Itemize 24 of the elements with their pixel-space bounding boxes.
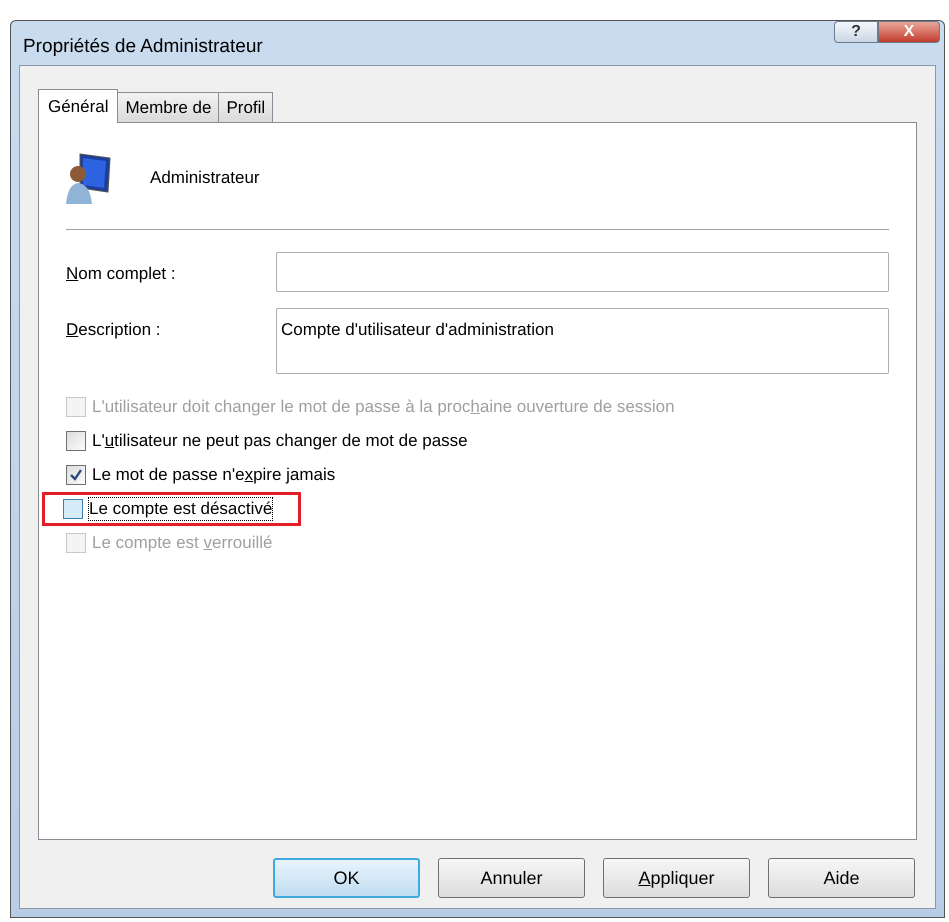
checkbox-label: Le compte est verrouillé [92, 532, 272, 554]
tab[interactable]: Profil [218, 92, 274, 122]
window-title: Propriétés de Administrateur [22, 35, 263, 59]
text-field[interactable]: Compte d'utilisateur d'administration [276, 308, 889, 374]
tab[interactable]: Membre de [117, 92, 220, 122]
user-name: Administrateur [150, 167, 260, 190]
checkbox[interactable] [66, 431, 86, 451]
checkbox-label: Le compte est désactivé [89, 498, 272, 520]
tab[interactable]: Général [38, 89, 118, 123]
dialog-button[interactable]: Annuler [438, 858, 585, 898]
field-label: Description : [66, 319, 162, 341]
help-button[interactable]: ? [834, 21, 878, 43]
checkbox-label: L'utilisateur ne peut pas changer de mot de passe [92, 430, 468, 452]
checkbox[interactable] [66, 465, 86, 485]
dialog-button[interactable]: OK [273, 858, 420, 898]
field-label: Nom complet : [66, 263, 177, 285]
checkbox-label: L'utilisateur doit changer le mot de passe à la prochaine ouverture de session [92, 396, 675, 418]
check-icon [69, 468, 83, 482]
text-field[interactable] [276, 252, 889, 292]
dialog-button[interactable]: Appliquer [603, 858, 750, 898]
checkbox[interactable] [63, 499, 83, 519]
dialog-button[interactable]: Aide [768, 858, 915, 898]
checkbox-label: Le mot de passe n'expire jamais [92, 464, 336, 486]
user-computer-icon [66, 152, 112, 204]
